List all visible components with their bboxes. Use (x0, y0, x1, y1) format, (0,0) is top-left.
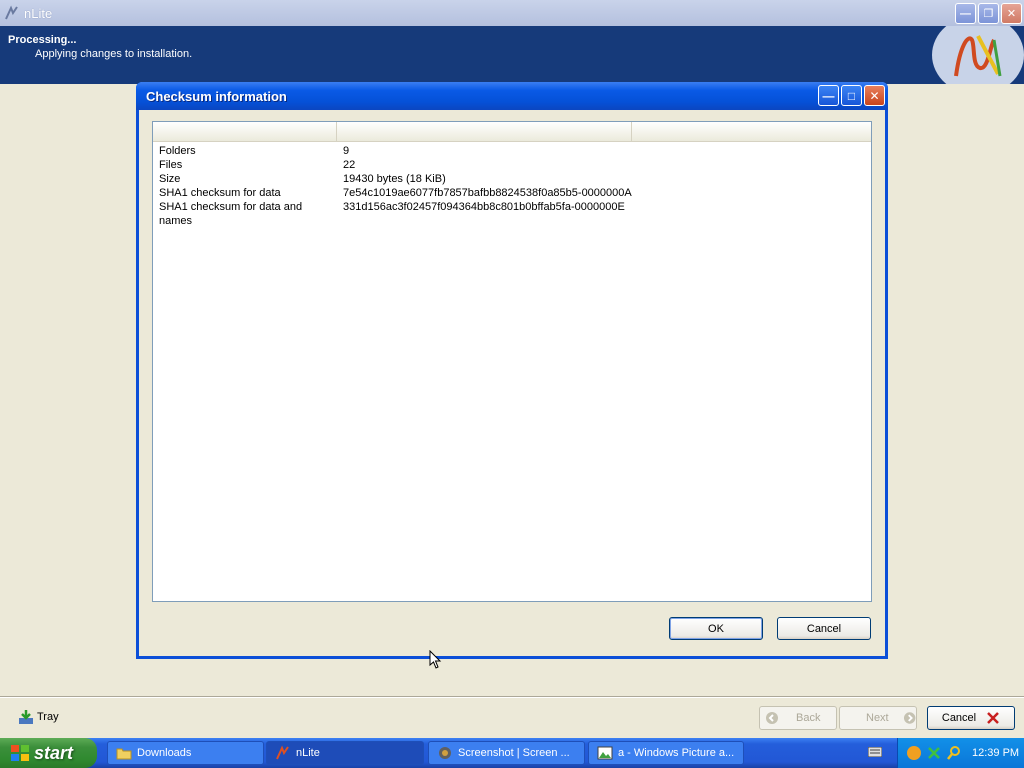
row-label: Size (159, 173, 181, 185)
row-label: Folders (159, 145, 196, 157)
close-button[interactable]: ✕ (1001, 3, 1022, 24)
next-label: Next (866, 712, 889, 724)
wizard-header: Processing... Applying changes to instal… (0, 26, 1024, 84)
wizard-cancel-button[interactable]: Cancel (927, 706, 1015, 730)
picture-viewer-icon (597, 746, 613, 760)
dialog-cancel-button[interactable]: Cancel (777, 617, 871, 640)
restore-icon: ❐ (983, 8, 994, 20)
row-value: 19430 bytes (18 KiB) (343, 173, 446, 185)
task-nlite[interactable]: nLite (266, 741, 424, 765)
task-label: a - Windows Picture a... (618, 747, 735, 759)
list-rows: Folders 9 Files 22 Size 19430 bytes (18 KiB) S… (153, 142, 871, 227)
header-title: Processing... (8, 34, 77, 46)
system-tray: 12:39 PM (897, 738, 1024, 768)
back-label: Back (796, 712, 821, 724)
screenshot-icon (439, 747, 451, 759)
main-titlebar[interactable]: nLite — ❐ ✕ (0, 0, 1024, 26)
security-icon[interactable] (926, 745, 942, 761)
ok-button-label: OK (708, 622, 724, 635)
start-button[interactable]: start (0, 738, 97, 768)
back-button[interactable]: Back (759, 706, 837, 730)
close-icon: ✕ (869, 88, 880, 103)
keyboard-icon[interactable] (868, 747, 882, 757)
cancel-x-icon (987, 712, 1000, 724)
row-label: SHA1 checksum for data and names (159, 201, 303, 227)
list-header (153, 122, 871, 142)
close-icon: ✕ (1006, 8, 1017, 20)
tray-icon (19, 710, 33, 724)
row-label: Files (159, 159, 183, 171)
restore-button[interactable]: ❐ (978, 3, 999, 24)
next-arrow-icon (903, 712, 916, 724)
nlite-app-icon (5, 5, 18, 20)
minimize-button[interactable]: — (955, 3, 976, 24)
task-downloads[interactable]: Downloads (107, 741, 264, 765)
bottom-separator (0, 696, 1024, 698)
nlite-icon (276, 745, 289, 760)
row-value: 331d156ac3f02457f094364bb8c801b0bffab5fa… (343, 201, 625, 213)
list-row[interactable]: Files 22 (153, 158, 871, 172)
main-window-title: nLite (24, 5, 53, 21)
checksum-dialog: Checksum information — □ ✕ Folders 9 Files… (136, 82, 888, 659)
wizard-cancel-label: Cancel (941, 712, 977, 724)
maximize-icon: □ (847, 88, 856, 103)
taskbar: start Downloads nLite Screenshot | Scree… (0, 738, 1024, 768)
task-picture-viewer[interactable]: a - Windows Picture a... (588, 741, 744, 765)
task-label: nLite (296, 747, 320, 759)
minimize-icon: — (960, 7, 971, 20)
next-button[interactable]: Next (839, 706, 917, 730)
task-label: Screenshot | Screen ... (458, 747, 570, 759)
dialog-minimize-button[interactable]: — (818, 85, 839, 106)
tray-label: Tray (37, 711, 59, 723)
list-row[interactable]: SHA1 checksum for data and names 331d156a… (153, 200, 871, 227)
back-arrow-icon (766, 712, 778, 724)
dialog-cancel-label: Cancel (806, 622, 842, 635)
row-label: SHA1 checksum for data (159, 187, 281, 199)
search-icon[interactable] (946, 745, 962, 761)
row-value: 7e54c1019ae6077fb7857bafbb8824538f0a85b5… (343, 187, 632, 199)
dialog-maximize-button[interactable]: □ (841, 85, 862, 106)
row-value: 9 (343, 145, 350, 157)
mouse-cursor-icon (429, 650, 442, 669)
list-row[interactable]: SHA1 checksum for data 7e54c1019ae6077fb7… (153, 186, 871, 200)
checksum-list[interactable]: Folders 9 Files 22 Size 19430 bytes (18 KiB) S… (152, 121, 872, 602)
dialog-title: Checksum information (146, 88, 287, 104)
clock: 12:39 PM (972, 747, 1020, 759)
tray-button[interactable]: Tray (18, 709, 59, 725)
column-header-1[interactable] (153, 122, 337, 142)
task-screenshot[interactable]: Screenshot | Screen ... (428, 741, 585, 765)
nlite-logo-icon (932, 26, 1024, 84)
task-label: Downloads (137, 747, 192, 759)
list-row[interactable]: Size 19430 bytes (18 KiB) (153, 172, 871, 186)
header-subtitle: Applying changes to installation. (35, 48, 193, 60)
column-header-2[interactable] (337, 122, 632, 142)
network-icon[interactable] (906, 745, 922, 761)
folder-icon (116, 748, 132, 760)
column-header-3[interactable] (632, 122, 871, 142)
windows-logo-icon (11, 745, 29, 761)
dialog-close-button[interactable]: ✕ (864, 85, 885, 106)
dialog-titlebar[interactable]: Checksum information — □ ✕ (136, 82, 888, 110)
ok-button[interactable]: OK (669, 617, 763, 640)
row-value: 22 (343, 159, 356, 171)
start-label: start (34, 742, 74, 763)
list-row[interactable]: Folders 9 (153, 144, 871, 158)
minimize-icon: — (822, 88, 835, 103)
